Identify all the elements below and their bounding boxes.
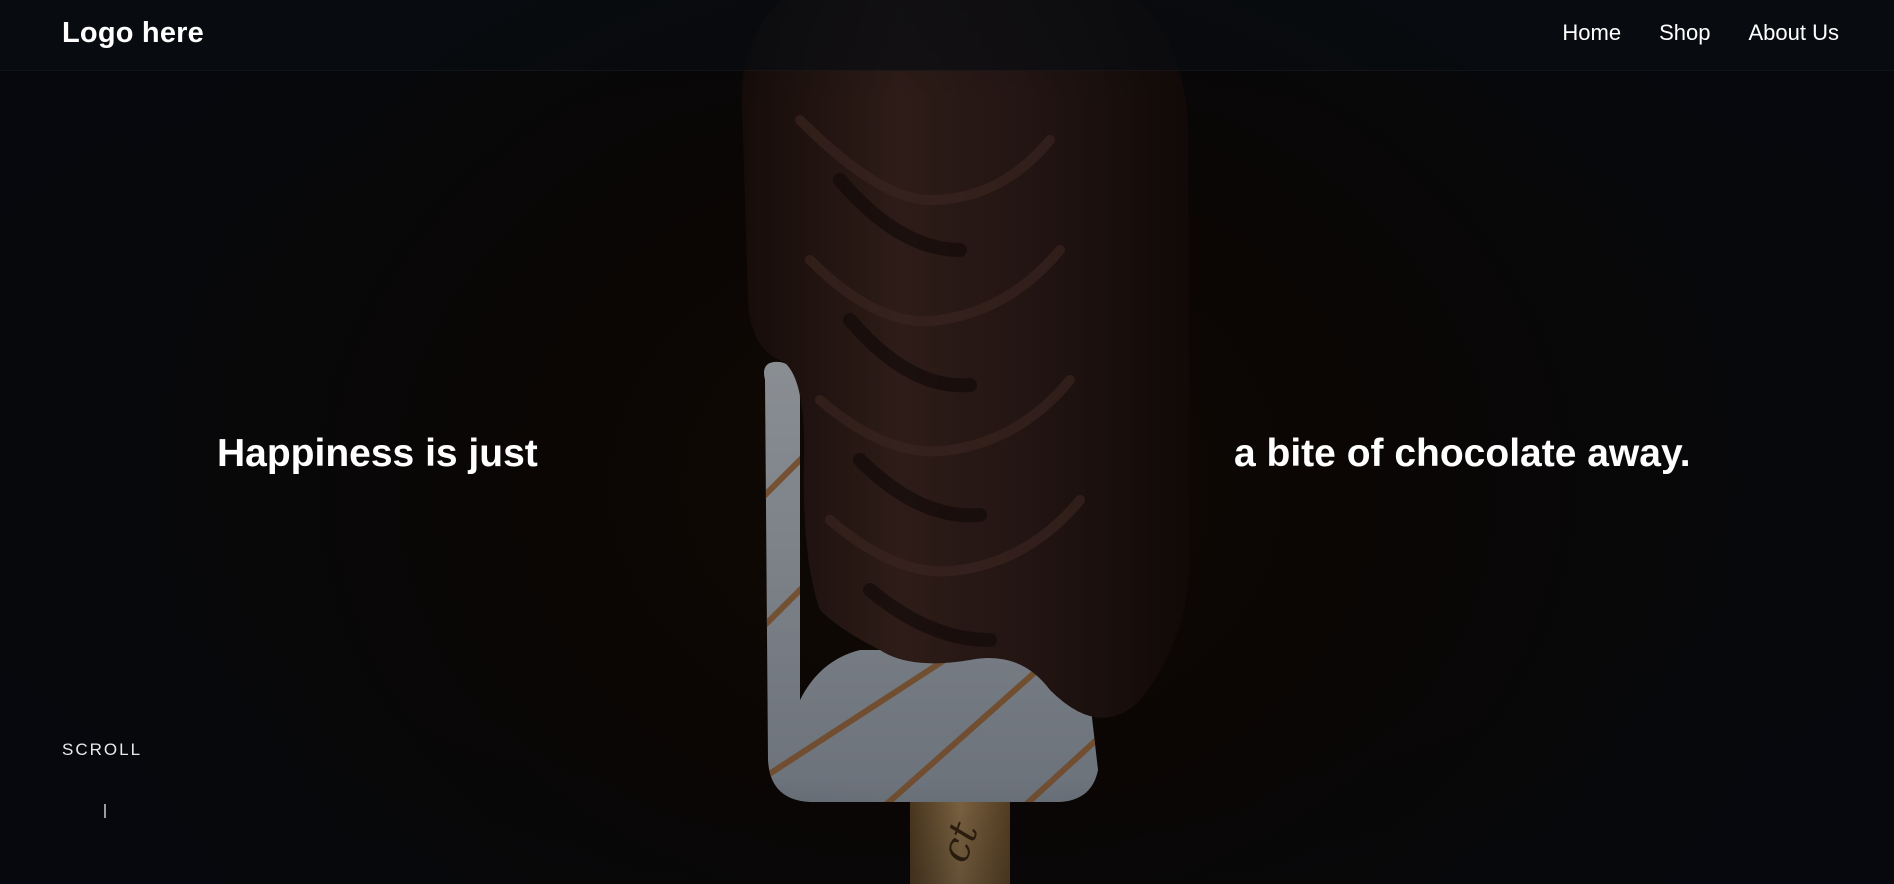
main-nav: Home Shop About Us	[1562, 20, 1839, 46]
scroll-indicator-line	[104, 804, 106, 818]
nav-home-link[interactable]: Home	[1562, 20, 1621, 46]
top-navbar: Logo here Home Shop About Us	[0, 0, 1894, 71]
logo[interactable]: Logo here	[62, 17, 204, 50]
nav-about-link[interactable]: About Us	[1749, 20, 1840, 46]
hero-section: ct Logo here Home Shop About Us Happines…	[0, 0, 1894, 884]
nav-shop-link[interactable]: Shop	[1659, 20, 1710, 46]
hero-headline-right: a bite of chocolate away.	[1234, 432, 1691, 475]
hero-headline-left: Happiness is just	[217, 432, 538, 475]
scroll-indicator-label[interactable]: SCROLL	[62, 740, 142, 760]
ice-cream-bar-image: ct	[741, 0, 1190, 884]
